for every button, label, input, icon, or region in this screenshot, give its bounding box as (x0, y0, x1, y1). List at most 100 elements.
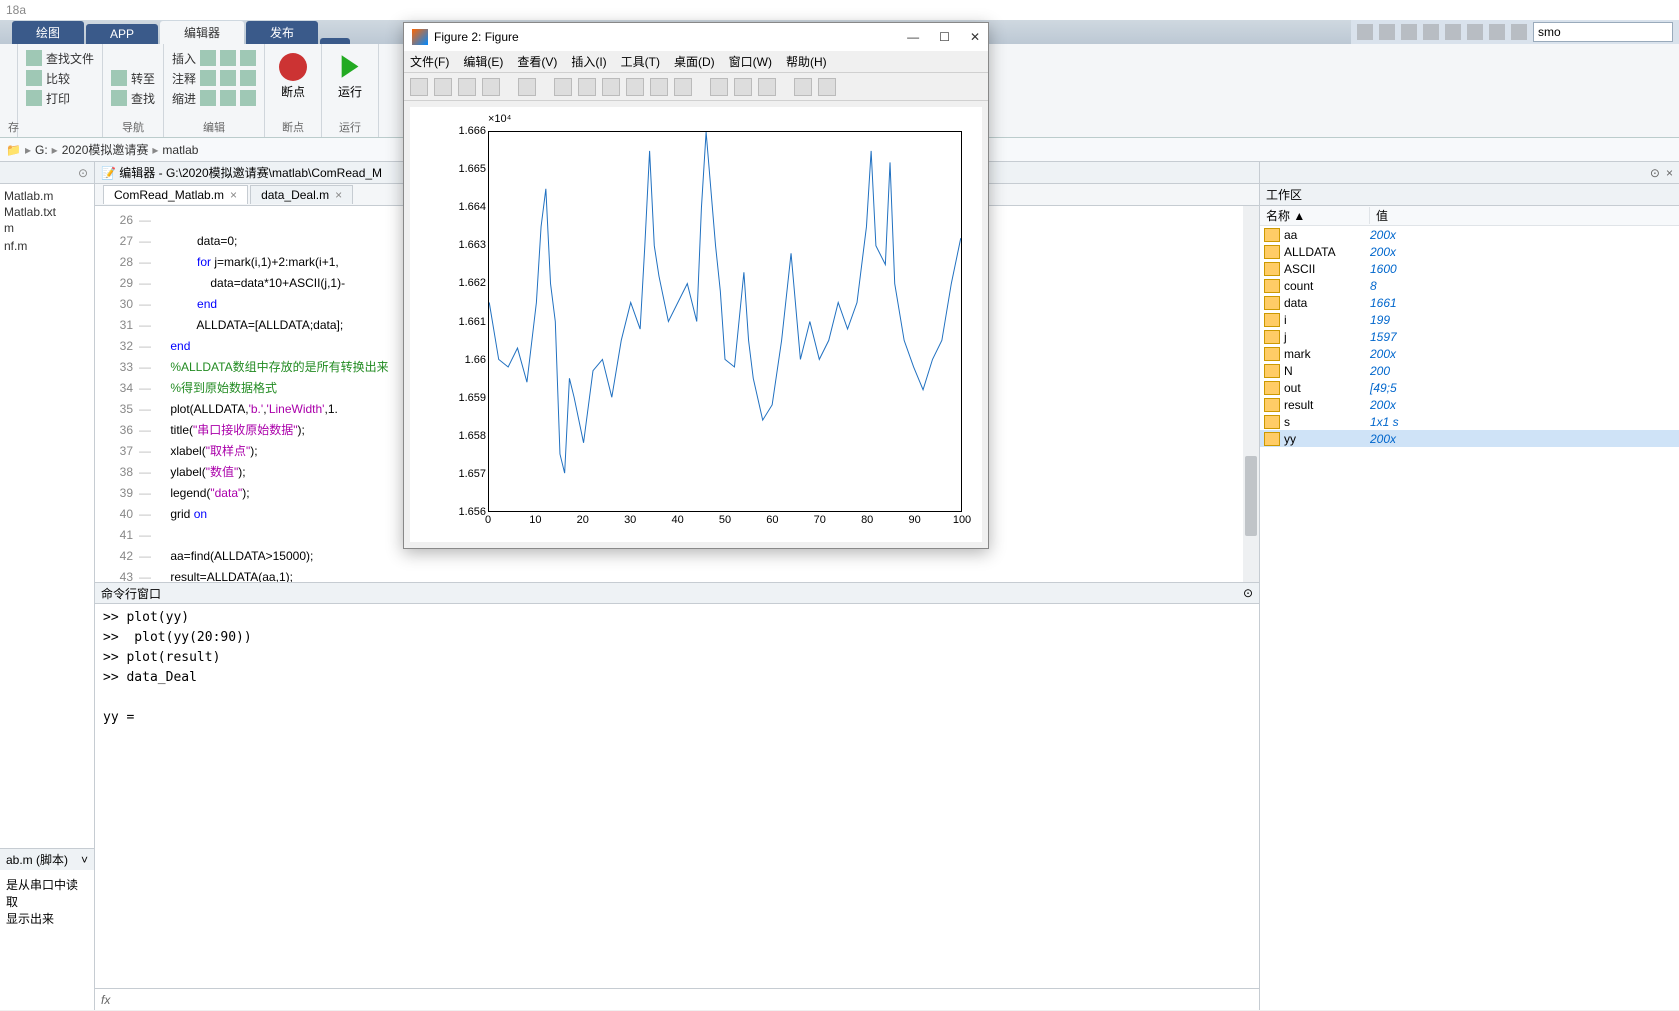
tab-plot[interactable]: 绘图 (12, 21, 84, 44)
figure-menu-item[interactable]: 窗口(W) (729, 53, 772, 70)
workspace-var[interactable]: aa200x (1260, 226, 1679, 243)
workspace-var[interactable]: N200 (1260, 362, 1679, 379)
tab-editor[interactable]: 编辑器 (160, 21, 244, 44)
figure-menu-item[interactable]: 编辑(E) (463, 53, 503, 70)
tab-app[interactable]: APP (86, 24, 158, 44)
zoomin-icon[interactable] (554, 78, 572, 96)
cut-icon[interactable] (1379, 24, 1395, 40)
open-icon[interactable] (434, 78, 452, 96)
legend-icon[interactable] (758, 78, 776, 96)
find-button[interactable]: 查找 (131, 90, 155, 107)
workspace-var[interactable]: yy200x (1260, 430, 1679, 447)
tab-publish[interactable]: 发布 (246, 21, 318, 44)
crumb-1[interactable]: 2020模拟邀请赛 (62, 141, 149, 158)
filetab-2[interactable]: data_Deal.m× (250, 185, 353, 204)
insert-button[interactable]: 插入 (172, 50, 196, 67)
fx-prompt[interactable]: fx (95, 988, 1259, 1010)
brush-icon[interactable] (674, 78, 692, 96)
close-icon[interactable]: × (230, 188, 237, 202)
goto-icon[interactable] (111, 70, 127, 86)
print-icon[interactable] (482, 78, 500, 96)
workspace-var[interactable]: result200x (1260, 396, 1679, 413)
smartindent-icon[interactable] (240, 90, 256, 106)
indent-icon[interactable] (200, 90, 216, 106)
layout-icon[interactable] (1489, 24, 1505, 40)
workspace-var[interactable]: mark200x (1260, 345, 1679, 362)
workspace-var[interactable]: j1597 (1260, 328, 1679, 345)
run-button[interactable]: 运行 (330, 48, 370, 104)
axes[interactable] (488, 131, 962, 512)
find-icon[interactable] (111, 90, 127, 106)
compare-button[interactable]: 比较 (46, 70, 70, 87)
workspace-var[interactable]: data1661 (1260, 294, 1679, 311)
command-window[interactable]: >> plot(yy) >> plot(yy(20:90)) >> plot(r… (95, 604, 1259, 988)
figure-menu-item[interactable]: 插入(I) (571, 53, 606, 70)
figure-menu-item[interactable]: 工具(T) (621, 53, 660, 70)
indent-button[interactable]: 缩进 (172, 90, 196, 107)
pan-icon[interactable] (602, 78, 620, 96)
file-item[interactable]: Matlab.txt (4, 204, 90, 220)
figure-titlebar[interactable]: Figure 2: Figure — ☐ ✕ (404, 23, 988, 51)
zoomout-icon[interactable] (578, 78, 596, 96)
figure-menu-item[interactable]: 查看(V) (517, 53, 557, 70)
save-icon[interactable] (1357, 24, 1373, 40)
help-icon[interactable] (1511, 24, 1527, 40)
figure-menu-item[interactable]: 文件(F) (410, 53, 449, 70)
crumb-2[interactable]: matlab (162, 143, 198, 157)
undo-icon[interactable] (1445, 24, 1461, 40)
workspace-var[interactable]: ASCII1600 (1260, 260, 1679, 277)
figure-toolbar[interactable] (404, 73, 988, 101)
print-icon[interactable] (26, 90, 42, 106)
workspace-col-name[interactable]: 名称 ▲ (1260, 207, 1370, 224)
save-icon[interactable] (458, 78, 476, 96)
compare-icon[interactable] (26, 70, 42, 86)
insert-fx-icon[interactable] (220, 50, 236, 66)
find-files-button[interactable]: 查找文件 (46, 50, 94, 67)
workspace-headers[interactable]: 名称 ▲ 值 (1260, 206, 1679, 226)
editor-scrollbar[interactable] (1243, 206, 1259, 582)
comment-button[interactable]: 注释 (172, 70, 196, 87)
link-icon[interactable] (710, 78, 728, 96)
uncomment-icon[interactable] (220, 70, 236, 86)
insert-section-icon[interactable] (200, 50, 216, 66)
wrap-icon[interactable] (240, 70, 256, 86)
outdent-icon[interactable] (220, 90, 236, 106)
file-item[interactable]: nf.m (4, 238, 90, 254)
filetab-1[interactable]: ComRead_Matlab.m× (103, 185, 248, 204)
folder-panel-options[interactable]: ⊙ (0, 162, 94, 184)
redo-icon[interactable] (1467, 24, 1483, 40)
file-list[interactable]: Matlab.m Matlab.txt m nf.m (0, 184, 94, 258)
options-icon[interactable]: ⊙ (1243, 586, 1253, 600)
figure-window[interactable]: Figure 2: Figure — ☐ ✕ 文件(F) 编辑(E) 查看(V) 插入… (403, 22, 989, 549)
findfiles-icon[interactable] (26, 50, 42, 66)
workspace-var[interactable]: i199 (1260, 311, 1679, 328)
workspace-col-value[interactable]: 值 (1370, 207, 1388, 224)
fold-column[interactable]: ————————————————————— (139, 206, 153, 582)
dock-icon[interactable] (794, 78, 812, 96)
maximize-icon[interactable]: ☐ (939, 30, 950, 44)
close-icon[interactable]: × (1666, 166, 1673, 180)
file-item[interactable]: m (4, 220, 90, 236)
comment-icon[interactable] (200, 70, 216, 86)
datatip-icon[interactable] (650, 78, 668, 96)
workspace-list[interactable]: aa200xALLDATA200xASCII1600count8data1661… (1260, 226, 1679, 1010)
breakpoints-button[interactable]: 断点 (273, 48, 313, 104)
workspace-var[interactable]: count8 (1260, 277, 1679, 294)
figure-menu-item[interactable]: 帮助(H) (786, 53, 827, 70)
minimize-icon[interactable]: ⊙ (1650, 166, 1660, 180)
new-icon[interactable] (410, 78, 428, 96)
colorbar-icon[interactable] (734, 78, 752, 96)
crumb-drive[interactable]: G: (35, 143, 48, 157)
rotate-icon[interactable] (626, 78, 644, 96)
print-button[interactable]: 打印 (46, 90, 70, 107)
workspace-var[interactable]: s1x1 s (1260, 413, 1679, 430)
figure-axes-area[interactable]: ×10⁴ 1.6661.6651.6641.6631.6621.6611.661… (410, 107, 982, 542)
copy-icon[interactable] (1401, 24, 1417, 40)
undock-icon[interactable] (818, 78, 836, 96)
minimize-icon[interactable]: — (907, 30, 919, 44)
insert-var-icon[interactable] (240, 50, 256, 66)
file-item[interactable]: Matlab.m (4, 188, 90, 204)
workspace-var[interactable]: ALLDATA200x (1260, 243, 1679, 260)
close-icon[interactable]: ✕ (970, 30, 980, 44)
close-icon[interactable]: × (335, 188, 342, 202)
